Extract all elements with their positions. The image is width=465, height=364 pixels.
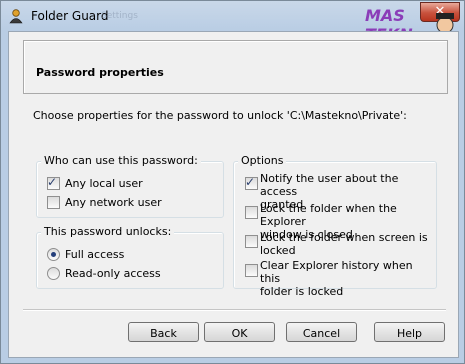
lock-on-screen-lock-label: Lock the folder when screen is locked — [260, 231, 428, 257]
notify-access-checkbox[interactable]: ✓ — [245, 175, 258, 190]
lock-on-screen-lock-line2: locked — [260, 244, 296, 257]
password-unlocks-group: This password unlocks: Full access Read-… — [36, 225, 224, 289]
any-network-user-checkbox[interactable] — [47, 196, 60, 209]
read-only-access-label: Read-only access — [65, 267, 161, 280]
notify-access-line1: Notify the user about the access — [260, 172, 399, 198]
clear-history-line2: folder is locked — [260, 285, 344, 298]
who-can-use-legend: Who can use this password: — [41, 154, 201, 167]
lock-on-explorer-close-line1: Lock the folder when the Explorer — [260, 202, 397, 228]
radio-dot-icon — [51, 252, 56, 257]
checkmark-icon: ✓ — [245, 175, 256, 189]
instructions-text: Choose properties for the password to un… — [33, 109, 407, 122]
read-only-access-radio[interactable] — [47, 267, 60, 280]
clear-history-checkbox[interactable] — [245, 264, 258, 277]
header-banner: Password properties — [23, 40, 448, 94]
cancel-button[interactable]: Cancel — [286, 322, 357, 342]
button-separator — [23, 309, 446, 311]
window-title: Folder Guard — [31, 9, 109, 23]
any-network-user-label: Any network user — [65, 196, 162, 209]
password-unlocks-legend: This password unlocks: — [41, 225, 175, 238]
checkmark-icon: ✓ — [47, 175, 58, 189]
ok-button[interactable]: OK — [204, 322, 275, 342]
any-local-user-checkbox[interactable]: ✓ — [47, 175, 60, 190]
lock-on-screen-lock-line1: Lock the folder when screen is — [260, 231, 428, 244]
options-group: Options ✓ Notify the user about the acce… — [233, 154, 437, 298]
back-button[interactable]: Back — [128, 322, 199, 342]
full-access-radio[interactable] — [47, 248, 60, 261]
dialog-window: Folder Guard Settings ✕ MAS TEKN Passwor… — [0, 0, 465, 364]
clear-history-line1: Clear Explorer history when this — [260, 259, 413, 285]
lock-on-explorer-close-checkbox[interactable] — [245, 206, 258, 219]
lock-on-screen-lock-checkbox[interactable] — [245, 235, 258, 248]
dialog-body: Password properties Choose properties fo… — [8, 31, 459, 358]
any-local-user-label: Any local user — [65, 177, 143, 190]
clear-history-label: Clear Explorer history when this folder … — [260, 259, 436, 298]
ghost-text: Settings — [101, 11, 138, 21]
user-lock-icon — [9, 9, 23, 24]
help-button[interactable]: Help — [374, 322, 445, 342]
options-legend: Options — [238, 154, 287, 167]
banner-title: Password properties — [36, 66, 164, 79]
watermark-line1: MAS — [365, 6, 405, 25]
who-can-use-group: Who can use this password: ✓ Any local u… — [36, 154, 224, 218]
full-access-label: Full access — [65, 248, 125, 261]
